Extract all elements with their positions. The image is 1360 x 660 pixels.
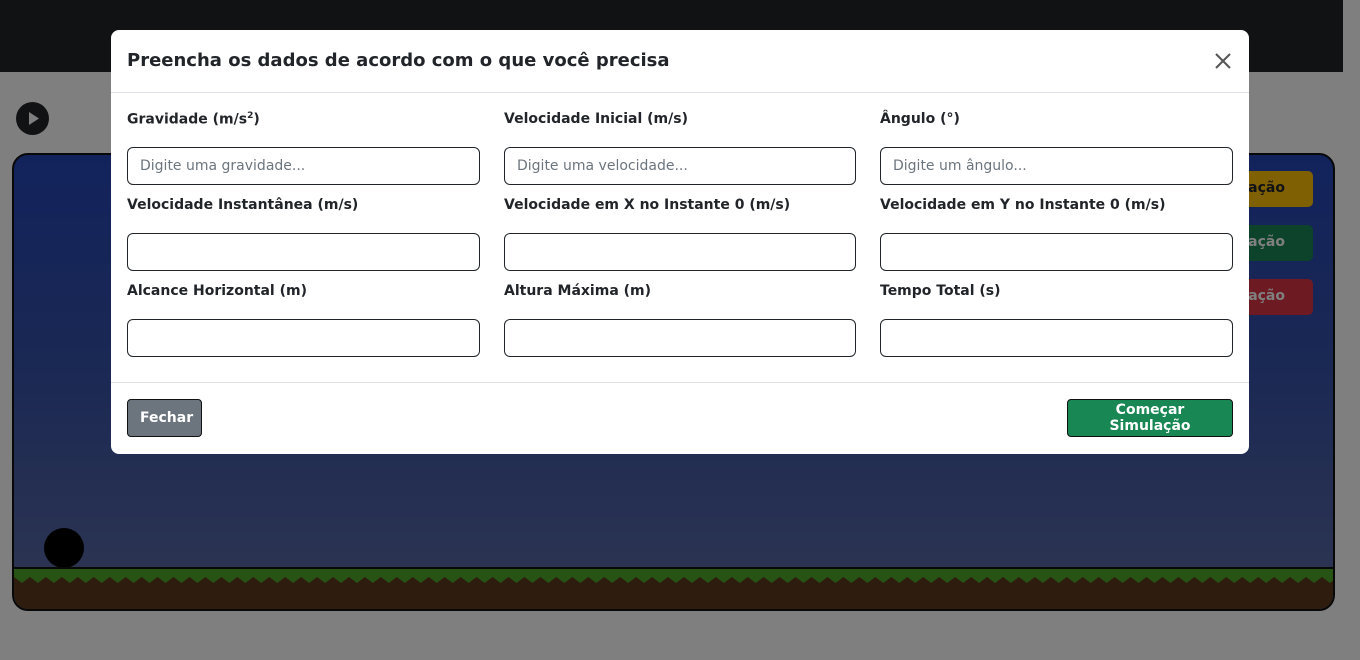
gravity-field: Gravidade (m/s2) — [127, 111, 480, 185]
angle-label: Ângulo (°) — [880, 111, 960, 127]
instant-velocity-label: Velocidade Instantânea (m/s) — [127, 197, 359, 213]
gravity-input[interactable] — [127, 147, 480, 185]
gravity-label: Gravidade (m/s2) — [127, 111, 260, 128]
velocity-x-field: Velocidade em X no Instante 0 (m/s) — [504, 197, 856, 271]
modal-footer: Fechar Começar Simulação — [111, 383, 1249, 453]
initial-velocity-input[interactable] — [504, 147, 856, 185]
velocity-y-input[interactable] — [880, 233, 1233, 271]
angle-field: Ângulo (°) — [880, 111, 1233, 185]
modal-body: Gravidade (m/s2) Velocidade Inicial (m/s… — [111, 93, 1249, 383]
horizontal-range-input[interactable] — [127, 319, 480, 357]
max-height-input[interactable] — [504, 319, 856, 357]
instant-velocity-field: Velocidade Instantânea (m/s) — [127, 197, 480, 271]
velocity-y-field: Velocidade em Y no Instante 0 (m/s) — [880, 197, 1233, 271]
initial-velocity-field: Velocidade Inicial (m/s) — [504, 111, 856, 185]
velocity-x-label: Velocidade em X no Instante 0 (m/s) — [504, 197, 791, 213]
max-height-field: Altura Máxima (m) — [504, 283, 856, 357]
angle-input[interactable] — [880, 147, 1233, 185]
horizontal-range-label: Alcance Horizontal (m) — [127, 283, 307, 299]
velocity-y-label: Velocidade em Y no Instante 0 (m/s) — [880, 197, 1166, 213]
modal-header: Preencha os dados de acordo com o que vo… — [111, 30, 1249, 93]
total-time-field: Tempo Total (s) — [880, 283, 1233, 357]
instant-velocity-input[interactable] — [127, 233, 480, 271]
velocity-x-input[interactable] — [504, 233, 856, 271]
horizontal-range-field: Alcance Horizontal (m) — [127, 283, 480, 357]
simulation-config-modal: Preencha os dados de acordo com o que vo… — [111, 30, 1249, 454]
max-height-label: Altura Máxima (m) — [504, 283, 652, 299]
start-simulation-button[interactable]: Começar Simulação — [1067, 399, 1233, 437]
close-button[interactable]: Fechar — [127, 399, 202, 437]
total-time-input[interactable] — [880, 319, 1233, 357]
close-icon[interactable] — [1213, 51, 1233, 71]
total-time-label: Tempo Total (s) — [880, 283, 1001, 299]
modal-title: Preencha os dados de acordo com o que vo… — [127, 50, 670, 71]
initial-velocity-label: Velocidade Inicial (m/s) — [504, 111, 688, 127]
